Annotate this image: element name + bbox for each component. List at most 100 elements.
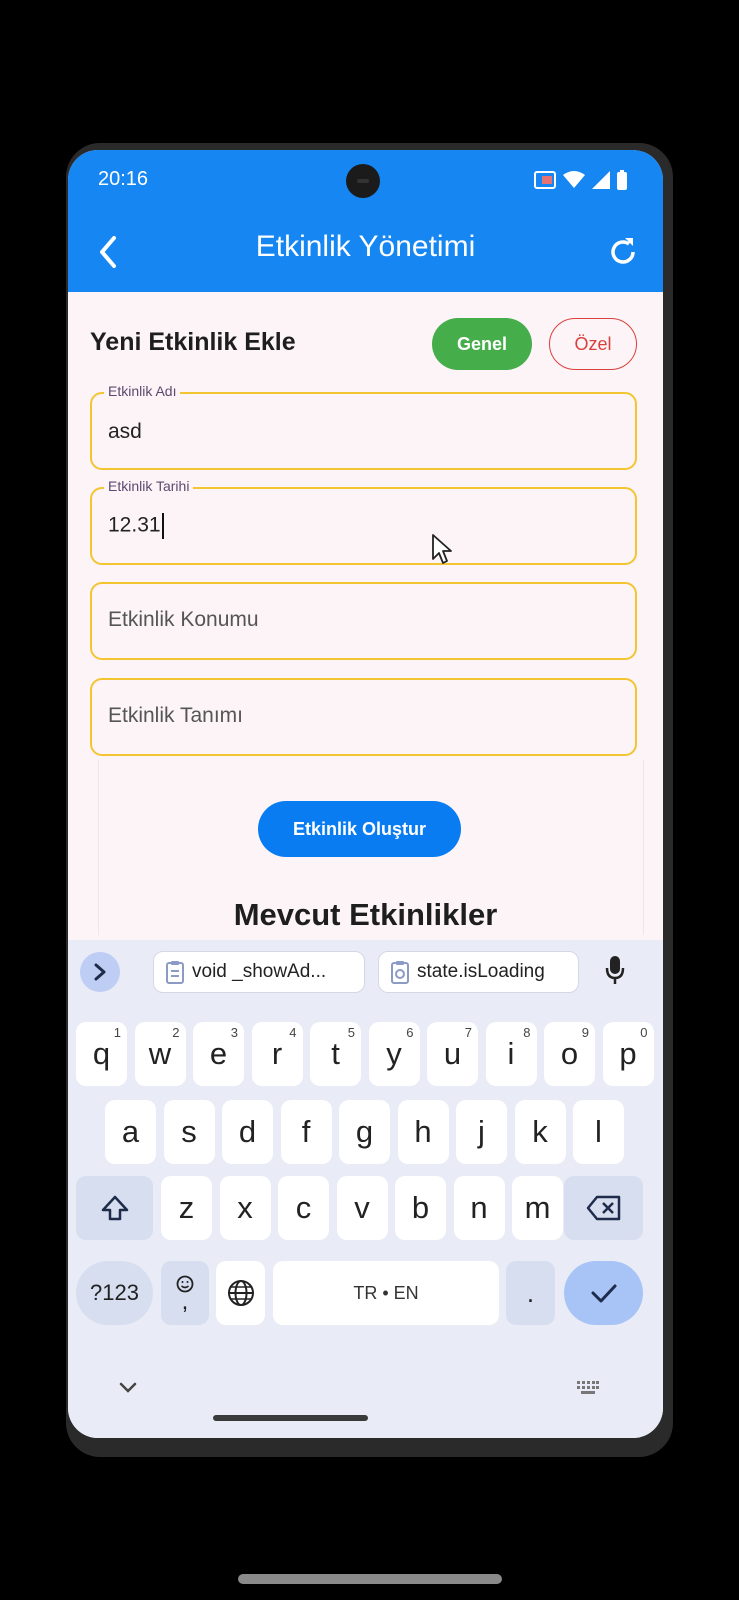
event-description-field[interactable]: Etkinlik Tanımı xyxy=(90,678,637,756)
key-label: e xyxy=(209,1036,228,1071)
microphone-icon[interactable] xyxy=(605,954,625,986)
key-t[interactable]: t5 xyxy=(310,1022,361,1086)
mouse-pointer-icon xyxy=(432,534,452,564)
clipboard-icon xyxy=(166,961,184,984)
key-o[interactable]: o9 xyxy=(544,1022,595,1086)
event-name-label: Etkinlik Adı xyxy=(104,383,181,399)
text-caret xyxy=(161,513,164,539)
key-m[interactable]: m xyxy=(512,1176,563,1240)
key-s[interactable]: s xyxy=(163,1100,215,1164)
backspace-icon xyxy=(586,1195,620,1221)
space-key[interactable]: TR • EN xyxy=(273,1261,499,1325)
key-u[interactable]: u7 xyxy=(427,1022,478,1086)
event-name-field[interactable]: Etkinlik Adı asd xyxy=(90,383,637,470)
event-date-value: 12.31 xyxy=(108,513,161,537)
wifi-icon xyxy=(563,171,585,188)
key-i[interactable]: i8 xyxy=(485,1022,537,1086)
key-label: q xyxy=(92,1036,111,1071)
suggestion-2-text: state.isLoading xyxy=(417,961,545,982)
key-a[interactable]: a xyxy=(105,1100,156,1164)
key-number-hint: 8 xyxy=(523,1025,531,1040)
key-label: i xyxy=(507,1036,515,1071)
key-label: p xyxy=(619,1036,637,1071)
page-title: Etkinlik Yönetimi xyxy=(255,230,476,263)
key-b[interactable]: b xyxy=(395,1176,446,1240)
battery-icon xyxy=(617,170,627,190)
backspace-key[interactable] xyxy=(564,1176,643,1240)
expand-toolbar-button[interactable] xyxy=(80,952,120,992)
soft-keyboard: void _showAd... state.isLoading q1w2e3r4… xyxy=(68,940,663,1438)
checkmark-icon xyxy=(591,1284,616,1303)
enter-key[interactable] xyxy=(564,1261,643,1325)
front-camera xyxy=(346,164,380,198)
chevron-right-icon xyxy=(94,963,106,981)
event-location-field[interactable]: Etkinlik Konumu xyxy=(90,582,637,660)
key-x[interactable]: x xyxy=(219,1176,271,1240)
key-g[interactable]: g xyxy=(339,1100,390,1164)
key-v[interactable]: v xyxy=(336,1176,388,1240)
key-e[interactable]: e3 xyxy=(193,1022,244,1086)
comma-label: , xyxy=(181,1288,189,1315)
key-label: o xyxy=(560,1036,579,1071)
key-q[interactable]: q1 xyxy=(76,1022,127,1086)
status-time: 20:16 xyxy=(98,168,149,190)
key-number-hint: 7 xyxy=(464,1025,472,1040)
key-number-hint: 1 xyxy=(113,1025,121,1040)
key-label: u xyxy=(443,1036,462,1071)
key-z[interactable]: z xyxy=(161,1176,212,1240)
key-y[interactable]: y6 xyxy=(368,1022,420,1086)
clipboard-link-icon xyxy=(391,961,409,984)
key-h[interactable]: h xyxy=(397,1100,449,1164)
shift-icon xyxy=(101,1195,128,1221)
event-description-placeholder: Etkinlik Tanımı xyxy=(108,704,243,727)
clipboard-suggestion-1[interactable]: void _showAd... xyxy=(153,951,365,993)
event-date-field[interactable]: Etkinlik Tarihi 12.31 xyxy=(90,478,637,565)
create-event-button[interactable]: Etkinlik Oluştur xyxy=(258,801,461,857)
key-j[interactable]: j xyxy=(456,1100,507,1164)
key-label: w xyxy=(148,1036,172,1071)
key-number-hint: 9 xyxy=(581,1025,589,1040)
key-k[interactable]: k xyxy=(514,1100,566,1164)
key-p[interactable]: p0 xyxy=(602,1022,654,1086)
key-label: r xyxy=(271,1036,283,1071)
existing-events-title: Mevcut Etkinlikler xyxy=(233,897,498,932)
section-title: Yeni Etkinlik Ekle xyxy=(90,328,296,356)
key-number-hint: 5 xyxy=(347,1025,355,1040)
globe-icon xyxy=(227,1280,254,1306)
event-name-value: asd xyxy=(108,420,142,443)
genel-toggle-button[interactable]: Genel xyxy=(432,318,532,370)
key-r[interactable]: r4 xyxy=(251,1022,303,1086)
emoji-comma-key[interactable]: , xyxy=(161,1261,209,1325)
key-l[interactable]: l xyxy=(573,1100,624,1164)
refresh-icon[interactable] xyxy=(605,232,641,272)
key-number-hint: 4 xyxy=(289,1025,297,1040)
suggestion-1-text: void _showAd... xyxy=(192,961,327,982)
outer-navigation-bar xyxy=(238,1574,502,1584)
hide-keyboard-icon[interactable] xyxy=(119,1382,137,1394)
key-f[interactable]: f xyxy=(280,1100,332,1164)
language-key[interactable] xyxy=(216,1261,265,1325)
key-number-hint: 0 xyxy=(640,1025,648,1040)
period-key[interactable]: . xyxy=(506,1261,555,1325)
event-location-placeholder: Etkinlik Konumu xyxy=(108,608,259,631)
key-n[interactable]: n xyxy=(453,1176,505,1240)
app-bar: Etkinlik Yönetimi xyxy=(68,212,663,292)
key-number-hint: 3 xyxy=(230,1025,238,1040)
gesture-home-bar[interactable] xyxy=(213,1415,368,1421)
symbols-key[interactable]: ?123 xyxy=(76,1261,153,1325)
ozel-toggle-button[interactable]: Özel xyxy=(549,318,637,370)
suggestion-bar: void _showAd... state.isLoading xyxy=(68,940,663,1000)
key-c[interactable]: c xyxy=(278,1176,329,1240)
status-icons xyxy=(534,170,627,190)
signal-icon xyxy=(592,171,610,189)
shift-key[interactable] xyxy=(76,1176,153,1240)
key-label: y xyxy=(386,1036,402,1071)
keyboard-switch-icon[interactable] xyxy=(576,1380,600,1396)
clipboard-suggestion-2[interactable]: state.isLoading xyxy=(378,951,579,993)
key-number-hint: 6 xyxy=(406,1025,414,1040)
status-bar: 20:16 xyxy=(68,150,663,212)
key-label: t xyxy=(331,1036,340,1071)
key-d[interactable]: d xyxy=(222,1100,273,1164)
key-w[interactable]: w2 xyxy=(134,1022,186,1086)
phone-screen: 20:16 Etkinlik Yönetimi Yeni Etkinlik Ek… xyxy=(68,150,663,1438)
